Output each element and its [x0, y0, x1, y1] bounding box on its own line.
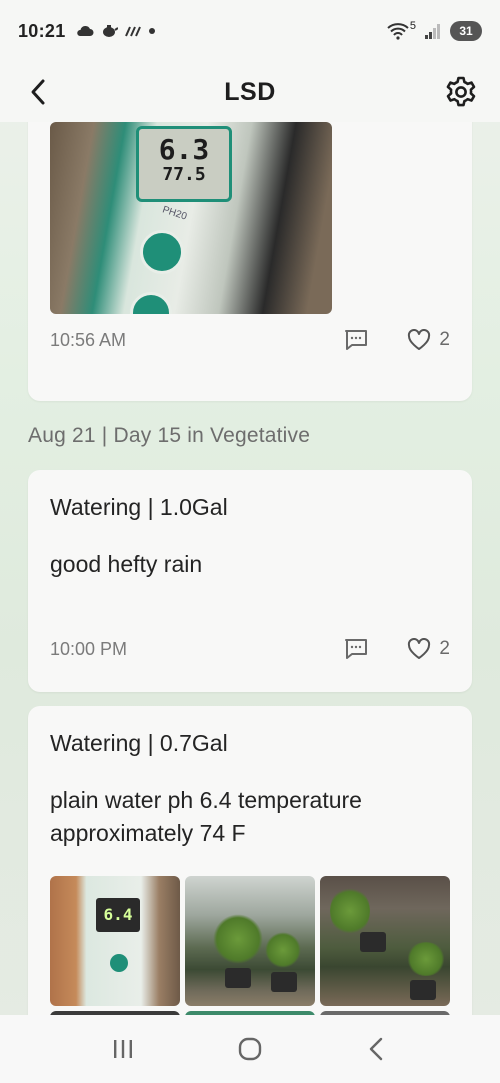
- home-icon: [238, 1037, 262, 1061]
- feed-card[interactable]: Watering | 0.7Gal plain water ph 6.4 tem…: [28, 706, 472, 1015]
- plant-shape: [330, 886, 370, 936]
- feed-card[interactable]: 6.3 77.5 PH20 10:56 AM 2: [28, 122, 472, 401]
- pot-shape: [271, 972, 297, 992]
- wifi-label: 5: [409, 20, 416, 32]
- photo-grid: 6.4: [50, 876, 450, 1006]
- gear-icon: [446, 76, 476, 107]
- system-nav-bar: [0, 1015, 500, 1083]
- plant-shape: [265, 932, 301, 968]
- status-right: 5 31: [386, 20, 482, 41]
- like-count: 2: [439, 329, 450, 350]
- ph-value: 6.3: [158, 133, 210, 166]
- photo-thumbnail[interactable]: [320, 876, 450, 1006]
- page-title: LSD: [224, 77, 276, 106]
- post-time: 10:00 PM: [50, 638, 128, 659]
- status-left-icons: [76, 24, 156, 38]
- pot-shape: [360, 932, 386, 952]
- recents-button[interactable]: [103, 1029, 143, 1069]
- wifi-icon: [387, 23, 409, 40]
- dot-icon: [148, 28, 155, 34]
- plant-shape: [406, 942, 446, 976]
- post-photo[interactable]: 6.3 77.5 PH20: [50, 122, 332, 314]
- feed[interactable]: 6.3 77.5 PH20 10:56 AM 2 Aug 21 | Day 15…: [0, 122, 500, 1015]
- system-back-button[interactable]: [357, 1029, 397, 1069]
- heart-icon: [408, 329, 431, 350]
- chevron-left-icon: [31, 79, 45, 105]
- comment-icon: [345, 639, 368, 659]
- post-meta: 10:56 AM 2: [50, 327, 450, 353]
- meter-button-meas: [140, 230, 184, 274]
- pot-shape: [410, 980, 436, 1000]
- pot-shape: [225, 968, 251, 988]
- comment-icon: [345, 330, 368, 350]
- data-icon: [124, 26, 141, 37]
- temp-value: 77.5: [162, 164, 206, 185]
- back-icon: [369, 1037, 382, 1061]
- recents-icon: [114, 1040, 133, 1058]
- app-header: LSD: [0, 62, 500, 122]
- post-meta: 10:00 PM 2: [50, 636, 450, 662]
- entry-title: Watering | 1.0Gal: [50, 494, 228, 520]
- meter-button-cal: [130, 292, 172, 314]
- like-button[interactable]: 2: [407, 329, 450, 351]
- status-time: 10:21: [18, 20, 66, 41]
- meter-brand: PH20: [160, 204, 189, 223]
- cloud-icon: [76, 25, 94, 36]
- battery-badge: 31: [450, 21, 482, 41]
- entry-note: good hefty rain: [50, 551, 203, 577]
- settings-button[interactable]: [442, 73, 480, 111]
- entry-title: Watering | 0.7Gal: [50, 730, 228, 756]
- status-bar: 10:21 5 31: [0, 0, 500, 62]
- like-count: 2: [439, 638, 450, 659]
- home-button[interactable]: [230, 1029, 270, 1069]
- photo-thumbnail[interactable]: [185, 876, 315, 1006]
- ph-meter-display: 6.3 77.5: [136, 126, 232, 202]
- heart-icon: [408, 638, 431, 659]
- signal-icon: [425, 24, 440, 39]
- ph-meter-display: 6.4: [96, 898, 140, 932]
- feed-card[interactable]: Watering | 1.0Gal good hefty rain 10:00 …: [28, 470, 472, 692]
- back-button[interactable]: [22, 76, 54, 108]
- photo-thumbnail[interactable]: 6.4: [50, 876, 180, 1006]
- comment-button[interactable]: [343, 327, 369, 353]
- date-header: Aug 21 | Day 15 in Vegetative: [28, 424, 311, 447]
- meter-button: [110, 954, 128, 972]
- plant-shape: [213, 914, 263, 964]
- entry-note: plain water ph 6.4 temperature approxima…: [50, 787, 362, 846]
- like-button[interactable]: 2: [407, 638, 450, 660]
- post-time: 10:56 AM: [50, 329, 127, 350]
- teapot-icon: [102, 25, 118, 37]
- comment-button[interactable]: [343, 636, 369, 662]
